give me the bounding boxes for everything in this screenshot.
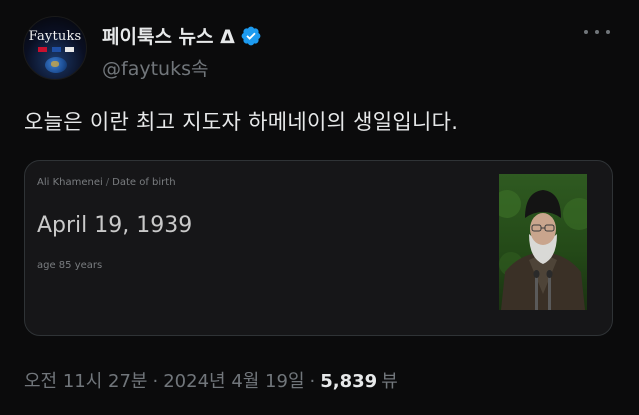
portrait-photo [499, 174, 587, 310]
tweet-date[interactable]: 2024년 4월 19일 [163, 371, 304, 392]
globe-icon [45, 57, 67, 73]
views-label: 뷰 [381, 371, 398, 392]
breadcrumb-separator: / [105, 177, 110, 188]
link-preview-card[interactable]: Ali Khamenei / Date of birth April 19, 193… [24, 160, 613, 336]
meta-separator-2: · [309, 371, 316, 392]
avatar-logo-text: Faytuks [28, 29, 82, 44]
portrait-illustration [499, 190, 587, 310]
author-avatar[interactable]: Faytuks [23, 16, 87, 80]
author-name-text: 페이툭스 뉴스 Δ [102, 26, 235, 48]
tweet: Faytuks 페이툭스 뉴스 Δ @faytuks속 오늘은 이란 최고 지도… [0, 0, 639, 415]
author-handle[interactable]: @faytuks속 [102, 54, 208, 81]
verified-badge-icon [241, 26, 261, 45]
meta-separator: · [152, 371, 159, 392]
views-count[interactable]: 5,839 [320, 371, 377, 392]
card-breadcrumb: Ali Khamenei / Date of birth [37, 177, 176, 188]
card-value: April 19, 1939 [37, 213, 193, 238]
breadcrumb-field: Date of birth [112, 177, 176, 188]
tweet-text: 오늘은 이란 최고 지도자 하메네이의 생일입니다. [24, 110, 459, 134]
tweet-metadata: 오전 11시 27분 · 2024년 4월 19일 · 5,839 뷰 [24, 367, 398, 393]
author-display-name[interactable]: 페이툭스 뉴스 Δ [102, 22, 262, 49]
tweet-time[interactable]: 오전 11시 27분 [24, 371, 148, 392]
breadcrumb-subject: Ali Khamenei [37, 177, 103, 188]
avatar-flags-icon [38, 47, 74, 53]
more-options-icon[interactable] [584, 25, 610, 39]
card-subtext: age 85 years [37, 260, 103, 271]
